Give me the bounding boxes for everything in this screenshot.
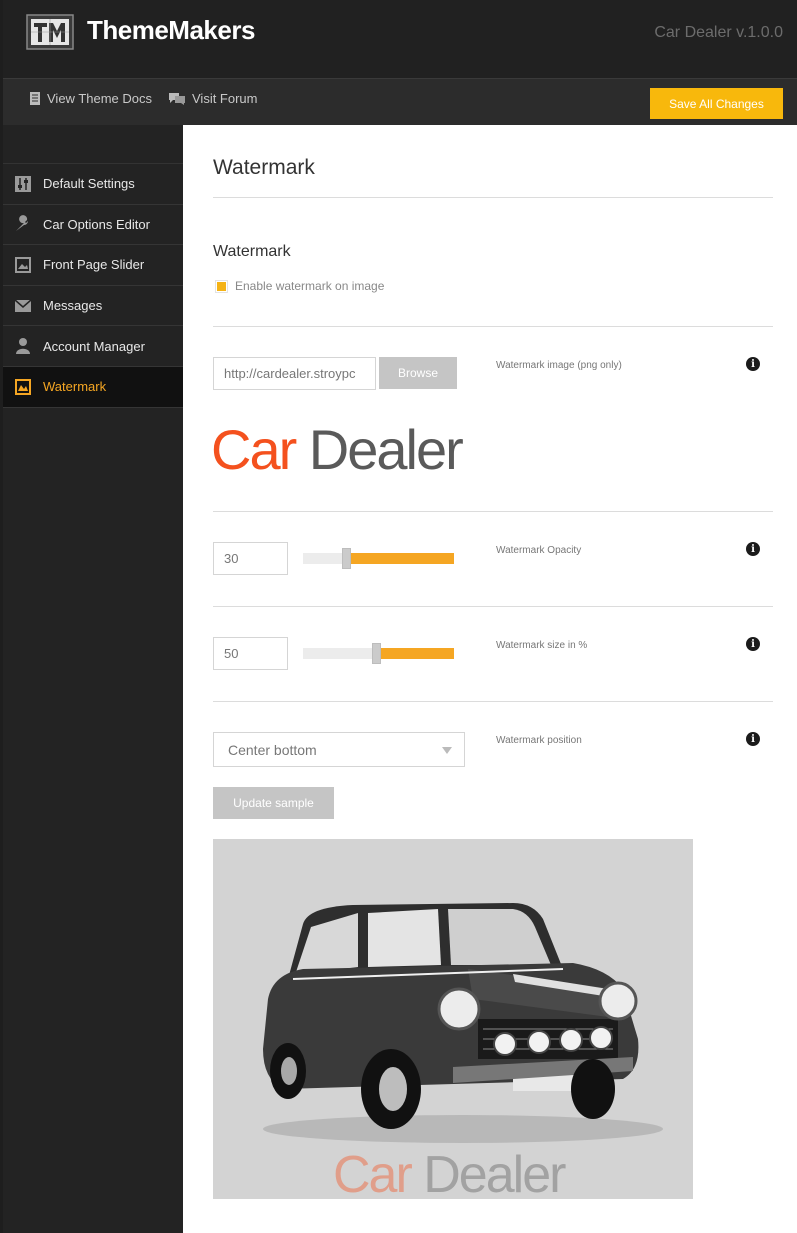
slider-handle[interactable]: [372, 643, 381, 664]
info-icon[interactable]: i: [746, 732, 760, 746]
checkbox-checked-mark: [217, 281, 226, 291]
update-sample-button[interactable]: Update sample: [213, 787, 334, 819]
info-icon[interactable]: i: [746, 357, 760, 371]
sidebar-item-label: Account Manager: [43, 338, 145, 354]
sidebar: Default Settings Car Options Editor Fron…: [3, 125, 183, 1233]
checkbox-box[interactable]: [215, 279, 228, 293]
logo-dealer-text: Dealer: [308, 418, 464, 481]
info-icon[interactable]: i: [746, 542, 760, 556]
select-value: Center bottom: [228, 741, 317, 758]
divider: [213, 197, 773, 198]
sidebar-item-front-page-slider[interactable]: Front Page Slider: [3, 245, 183, 286]
divider: [213, 511, 773, 512]
toolbar: View Theme Docs Visit Forum Save All Cha…: [3, 78, 797, 125]
opacity-label: Watermark Opacity: [496, 545, 582, 556]
size-input[interactable]: 50: [213, 637, 288, 670]
size-label: Watermark size in %: [496, 640, 588, 651]
sidebar-item-label: Messages: [43, 298, 103, 314]
position-label: Watermark position: [496, 735, 582, 746]
watermark-icon: [13, 377, 33, 397]
sidebar-item-default-settings[interactable]: Default Settings: [3, 164, 183, 205]
enable-watermark-label: Enable watermark on image: [235, 279, 385, 293]
watermark-image-url-input[interactable]: http://cardealer.stroypc: [213, 357, 376, 390]
wrench-icon: [13, 214, 33, 234]
sliders-icon: [13, 174, 33, 194]
watermark-image-preview: Car Dealer: [211, 417, 464, 482]
page-title: Watermark: [213, 156, 315, 179]
opacity-slider[interactable]: [303, 548, 454, 569]
document-icon: [30, 92, 40, 105]
watermark-image-label: Watermark image (png only): [496, 360, 622, 371]
slider-handle[interactable]: [342, 548, 351, 569]
sidebar-item-label: Car Options Editor: [43, 216, 150, 232]
envelope-icon: [13, 296, 33, 316]
sidebar-item-messages[interactable]: Messages: [3, 286, 183, 327]
chat-bubbles-icon: [169, 93, 185, 105]
watermark-position-select[interactable]: Center bottom: [213, 732, 465, 767]
sample-preview-image: Car Dealer: [213, 839, 693, 1199]
sidebar-item-label: Watermark: [43, 379, 107, 395]
sample-watermark-text: Car Dealer: [333, 1145, 566, 1199]
divider: [213, 326, 773, 327]
sidebar-item-watermark[interactable]: Watermark: [3, 366, 183, 408]
logo-car-text: Car: [211, 418, 297, 481]
visit-forum-label: Visit Forum: [192, 91, 258, 106]
user-icon: [13, 336, 33, 356]
info-icon[interactable]: i: [746, 637, 760, 651]
app-version: Car Dealer v.1.0.0: [654, 24, 783, 41]
sidebar-item-car-options-editor[interactable]: Car Options Editor: [3, 205, 183, 246]
divider: [213, 701, 773, 702]
logo-dealer-text: Dealer: [423, 1146, 566, 1199]
visit-forum-link[interactable]: Visit Forum: [168, 91, 258, 106]
browse-button[interactable]: Browse: [379, 357, 457, 389]
sidebar-menu: Default Settings Car Options Editor Fron…: [3, 163, 183, 408]
top-header: ThemeMakers Car Dealer v.1.0.0: [3, 0, 797, 78]
main-content: Watermark Watermark Enable watermark on …: [183, 125, 797, 1233]
slider-fill: [346, 553, 454, 564]
view-theme-docs-link[interactable]: View Theme Docs: [29, 91, 152, 106]
images-icon: [13, 255, 33, 275]
logo-car-text: Car: [333, 1146, 413, 1199]
chevron-down-icon: [442, 747, 452, 754]
size-slider[interactable]: [303, 643, 454, 664]
brand-name: ThemeMakers: [87, 15, 255, 45]
save-all-changes-button[interactable]: Save All Changes: [650, 88, 783, 119]
thememakers-logo-icon: [26, 14, 74, 50]
slider-fill: [376, 648, 454, 659]
view-theme-docs-label: View Theme Docs: [47, 91, 153, 106]
divider: [213, 606, 773, 607]
section-title: Watermark: [213, 243, 291, 260]
sidebar-item-label: Default Settings: [43, 176, 135, 192]
opacity-input[interactable]: 30: [213, 542, 288, 575]
sidebar-item-label: Front Page Slider: [43, 257, 145, 273]
enable-watermark-checkbox[interactable]: Enable watermark on image: [215, 279, 384, 293]
sidebar-item-account-manager[interactable]: Account Manager: [3, 326, 183, 367]
